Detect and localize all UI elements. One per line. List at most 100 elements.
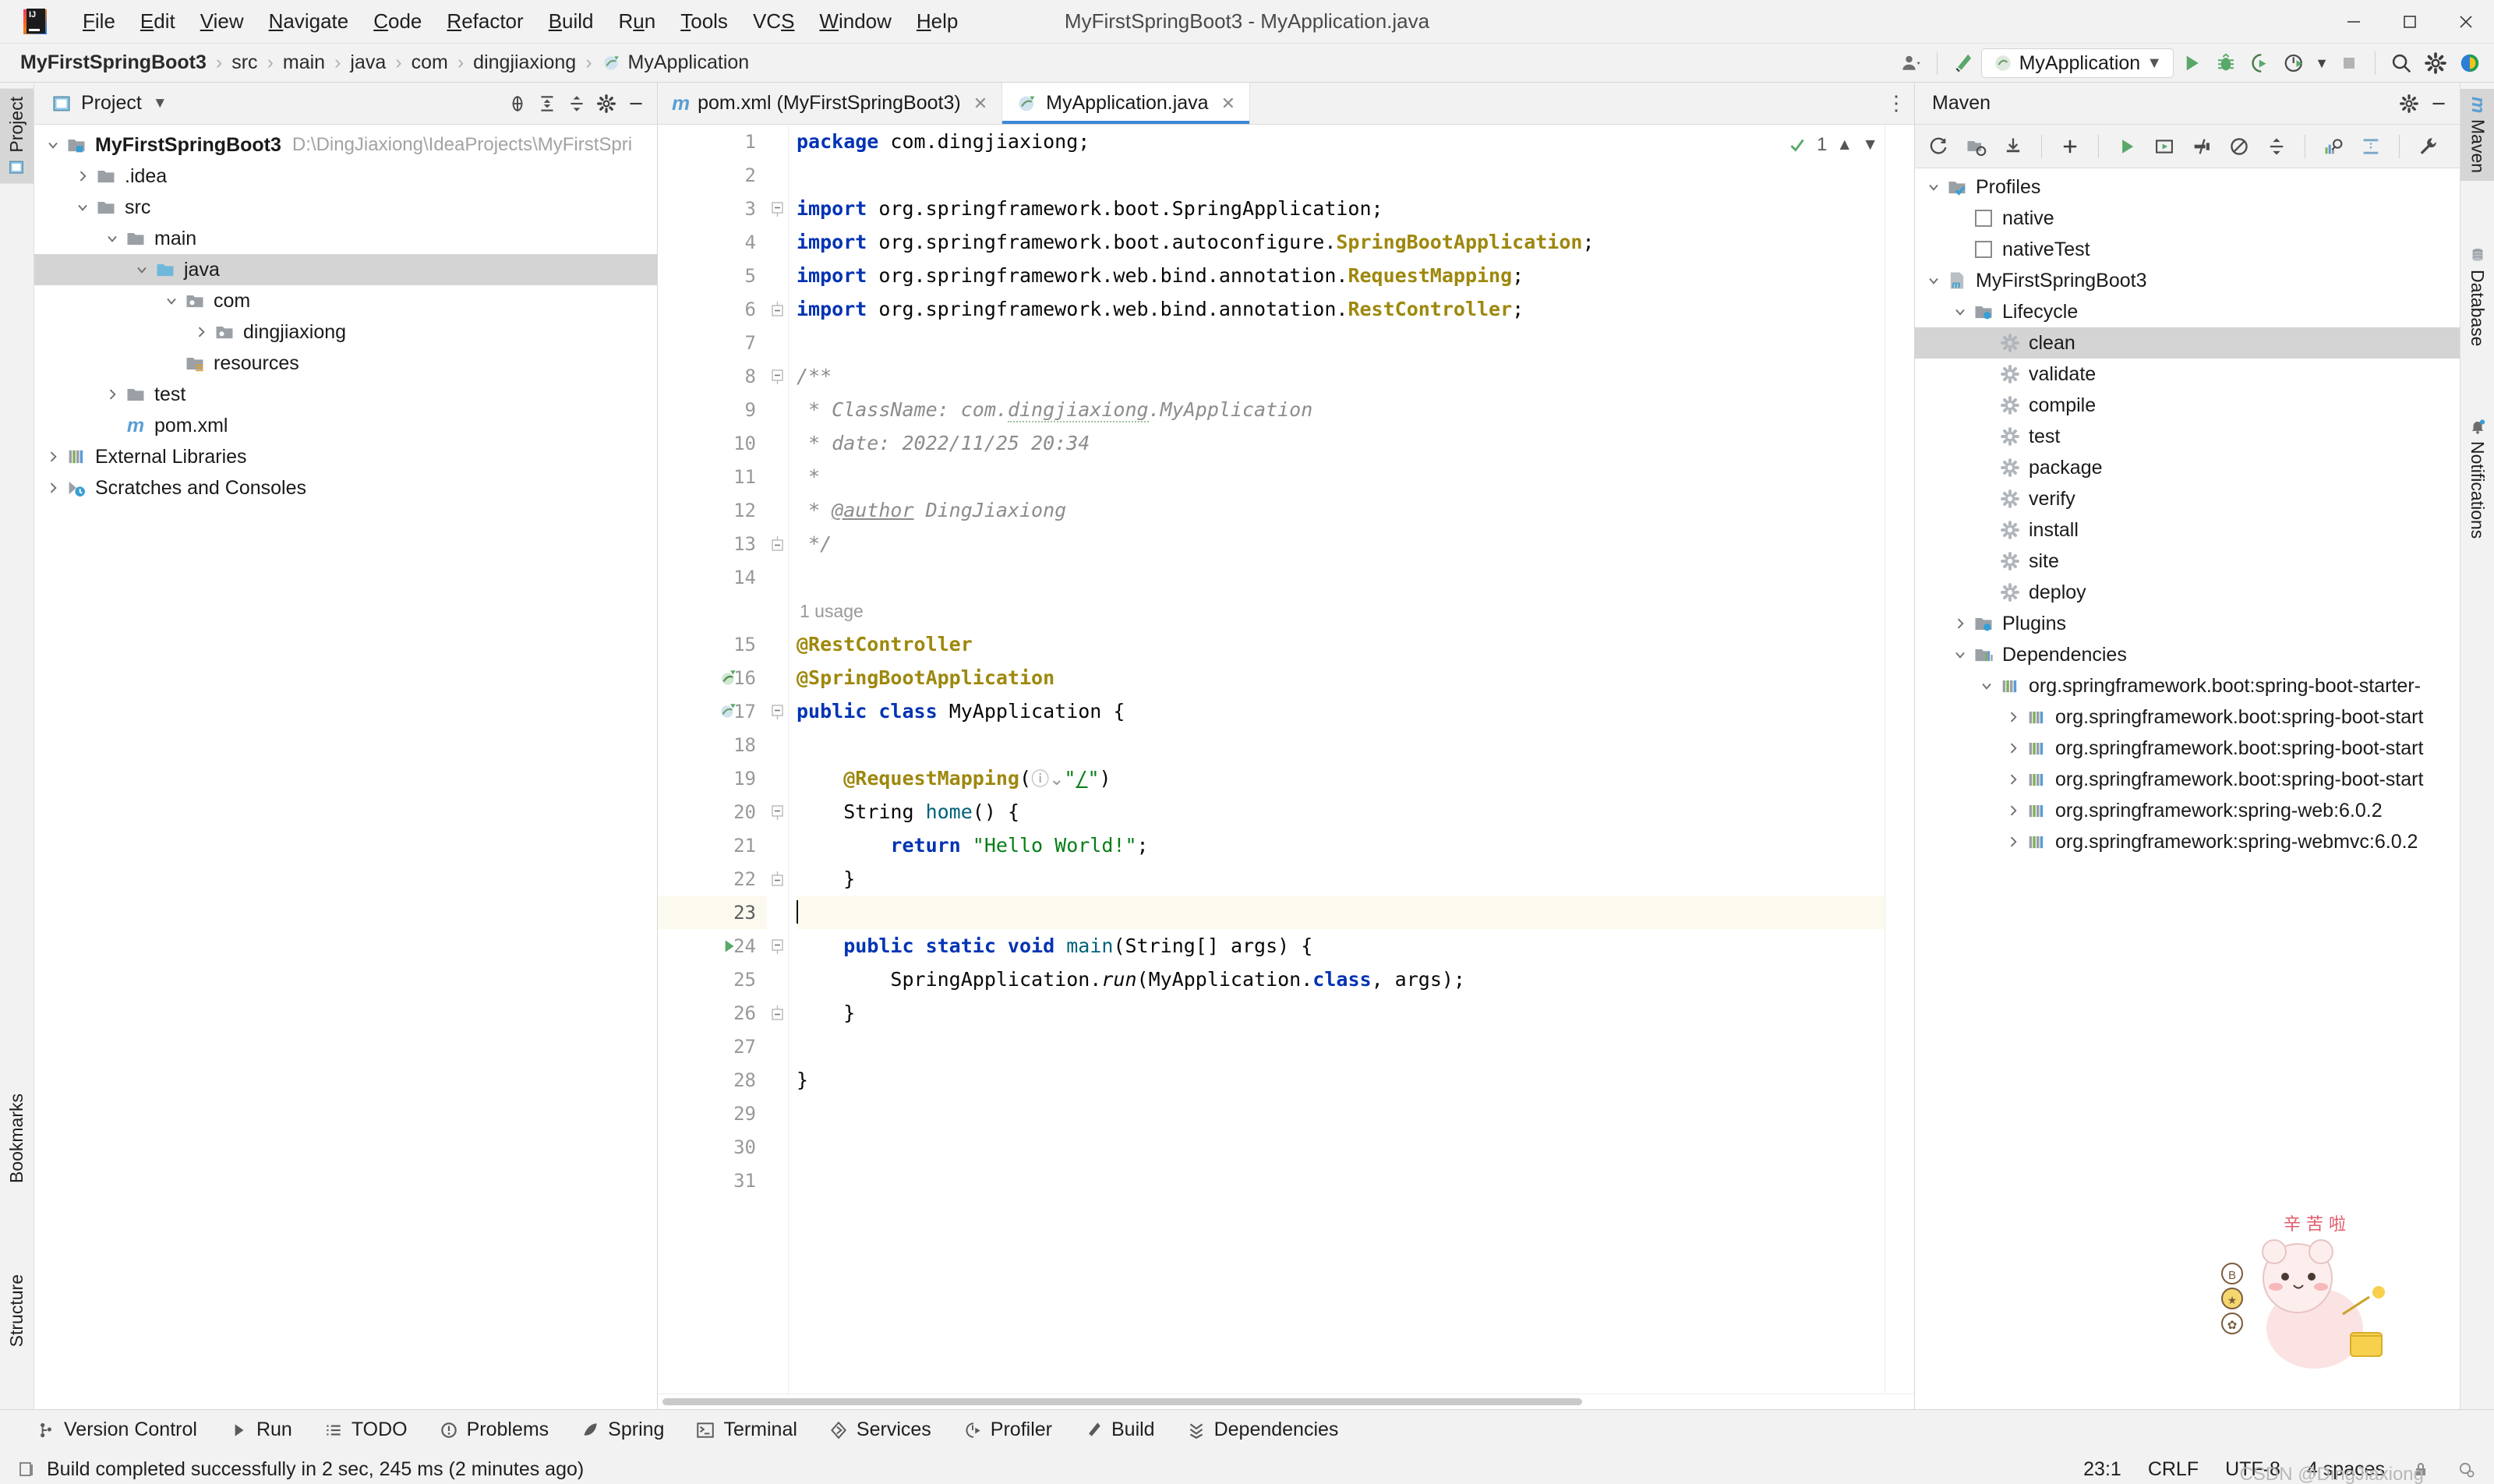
code-line[interactable]: */: [797, 527, 1914, 560]
line-number[interactable]: 13: [658, 527, 767, 560]
chevron-down-icon[interactable]: [161, 293, 182, 309]
menu-item-refactor[interactable]: Refactor: [434, 5, 535, 38]
collapse-all-icon[interactable]: [2259, 129, 2294, 164]
bottom-tab-todo[interactable]: TODO: [308, 1419, 423, 1441]
sidebar-tab-bookmarks[interactable]: Bookmarks: [0, 1086, 34, 1191]
expand-icon[interactable]: [2354, 129, 2388, 164]
code-line[interactable]: public static void main(String[] args) {: [797, 929, 1914, 963]
maven-tree-item-row[interactable]: site: [1915, 546, 2460, 577]
close-tab-icon[interactable]: ✕: [1221, 94, 1235, 114]
bottom-tab-terminal[interactable]: Terminal: [680, 1419, 812, 1441]
bottom-tab-dependencies[interactable]: Dependencies: [1171, 1419, 1355, 1441]
settings-icon[interactable]: [2419, 47, 2452, 80]
toggle-offline-icon[interactable]: [2222, 129, 2256, 164]
minimize-button[interactable]: [2326, 0, 2382, 44]
menu-item-navigate[interactable]: Navigate: [256, 5, 362, 38]
maven-tree-item-row[interactable]: org.springframework.boot:spring-boot-sta…: [1915, 764, 2460, 795]
chevron-down-icon[interactable]: ▼: [2146, 55, 2162, 72]
project-tree-item-row[interactable]: dingjiaxiong: [34, 316, 657, 348]
debug-icon[interactable]: [2210, 47, 2242, 80]
breadcrumb-item-myfirstspringboot3[interactable]: MyFirstSpringBoot3: [20, 51, 207, 74]
maven-tree-item-row[interactable]: org.springframework.boot:spring-boot-sta…: [1915, 670, 2460, 701]
maven-tree-item-row[interactable]: compile: [1915, 390, 2460, 421]
line-number[interactable]: 14: [658, 560, 767, 594]
project-tree-item-row[interactable]: MyFirstSpringBoot3 D:\DingJiaxiong\IdeaPr…: [34, 129, 657, 161]
project-tree-item-row[interactable]: test: [34, 379, 657, 410]
chevron-right-icon[interactable]: [101, 387, 123, 402]
settings-icon[interactable]: [592, 89, 621, 118]
bottom-tool-window-bar[interactable]: Version Control Run TODO Problems Spring Term…: [0, 1409, 2494, 1450]
line-number[interactable]: 9: [658, 393, 767, 426]
menu-item-build[interactable]: Build: [536, 5, 606, 38]
bottom-tab-run[interactable]: Run: [213, 1419, 308, 1441]
maven-toolbar[interactable]: [1915, 125, 2460, 168]
maven-tree-item-row[interactable]: native: [1915, 203, 2460, 234]
bottom-tab-build[interactable]: Build: [1068, 1419, 1171, 1441]
run-with-coverage-icon[interactable]: [2244, 47, 2277, 80]
maven-tree-item-row[interactable]: org.springframework.boot:spring-boot-sta…: [1915, 701, 2460, 733]
chevron-down-icon[interactable]: [1976, 678, 1998, 694]
run-gutter-icon[interactable]: [719, 936, 739, 956]
line-number[interactable]: 17: [658, 694, 767, 728]
error-stripe-scrollbar[interactable]: [1885, 125, 1914, 1394]
add-icon[interactable]: [2053, 129, 2087, 164]
chevron-right-icon[interactable]: [2002, 803, 2024, 818]
maven-tree-item-row[interactable]: package: [1915, 452, 2460, 483]
code-line[interactable]: return "Hello World!";: [797, 829, 1914, 862]
project-tree-item-row[interactable]: com: [34, 285, 657, 316]
fold-marker[interactable]: [767, 192, 788, 225]
line-number[interactable]: 6: [658, 292, 767, 326]
spring-bean-icon[interactable]: [719, 668, 739, 688]
line-number[interactable]: 4: [658, 225, 767, 259]
chevron-right-icon[interactable]: [1949, 616, 1971, 631]
code-line[interactable]: * ClassName: com.dingjiaxiong.MyApplicat…: [797, 393, 1914, 426]
project-tree-item-row[interactable]: m pom.xml: [34, 410, 657, 441]
code-line[interactable]: @RequestMapping(ⓘ⌄"/"): [797, 761, 1914, 795]
code-line[interactable]: [797, 560, 1914, 594]
sidebar-tab-project[interactable]: Project: [0, 89, 34, 184]
sidebar-tab-notifications[interactable]: Notifications: [2460, 410, 2494, 546]
add-maven-project-icon[interactable]: [1959, 129, 1993, 164]
hide-icon[interactable]: [621, 89, 651, 118]
line-number[interactable]: 18: [658, 728, 767, 761]
project-tree[interactable]: MyFirstSpringBoot3 D:\DingJiaxiong\IdeaPr…: [34, 125, 657, 1409]
code-line[interactable]: SpringApplication.run(MyApplication.clas…: [797, 963, 1914, 996]
chevron-down-icon[interactable]: [1923, 273, 1945, 288]
project-tree-item-row[interactable]: Scratches and Consoles: [34, 472, 657, 504]
chevron-right-icon[interactable]: [42, 480, 64, 496]
fold-marker[interactable]: [767, 359, 788, 393]
source-code[interactable]: package com.dingjiaxiong; import org.spri…: [789, 125, 1914, 1394]
chevron-down-icon[interactable]: ▼: [2312, 47, 2331, 80]
bottom-tab-version-control[interactable]: Version Control: [20, 1419, 213, 1441]
profiler-icon[interactable]: [2278, 47, 2311, 80]
next-problem-icon[interactable]: ▼: [1862, 136, 1878, 154]
maven-tree-item-row[interactable]: test: [1915, 421, 2460, 452]
code-line[interactable]: [797, 1130, 1914, 1164]
code-line[interactable]: * @author DingJiaxiong: [797, 493, 1914, 527]
breadcrumb-item-myapplication[interactable]: MyApplication: [602, 51, 749, 74]
line-number[interactable]: 8: [658, 359, 767, 393]
chevron-down-icon[interactable]: [1949, 304, 1971, 320]
code-line[interactable]: }: [797, 1063, 1914, 1097]
breadcrumb-item-main[interactable]: main: [283, 51, 325, 74]
code-line[interactable]: [797, 1097, 1914, 1130]
maven-tree-item-row[interactable]: org.springframework:spring-web:6.0.2: [1915, 795, 2460, 826]
fold-marker[interactable]: [767, 929, 788, 963]
code-line[interactable]: [797, 728, 1914, 761]
more-vertical-icon[interactable]: ⋮: [1878, 83, 1914, 124]
chevron-down-icon[interactable]: ▼: [153, 95, 168, 112]
code-line[interactable]: @RestController: [797, 627, 1914, 661]
chevron-right-icon[interactable]: [2002, 740, 2024, 756]
run-icon[interactable]: [2110, 129, 2144, 164]
line-number[interactable]: 21: [658, 829, 767, 862]
chevron-right-icon[interactable]: [72, 168, 94, 184]
settings-icon[interactable]: [2394, 89, 2424, 118]
stop-icon[interactable]: [2333, 47, 2365, 80]
fold-marker[interactable]: [767, 694, 788, 728]
project-tree-item-row[interactable]: resources: [34, 348, 657, 379]
line-number[interactable]: 23: [658, 896, 767, 929]
maven-tree-item-row[interactable]: org.springframework:spring-webmvc:6.0.2: [1915, 826, 2460, 857]
menu-item-window[interactable]: Window: [807, 5, 903, 38]
project-tree-item-row[interactable]: .idea: [34, 161, 657, 192]
project-tree-item-row[interactable]: java: [34, 254, 657, 285]
